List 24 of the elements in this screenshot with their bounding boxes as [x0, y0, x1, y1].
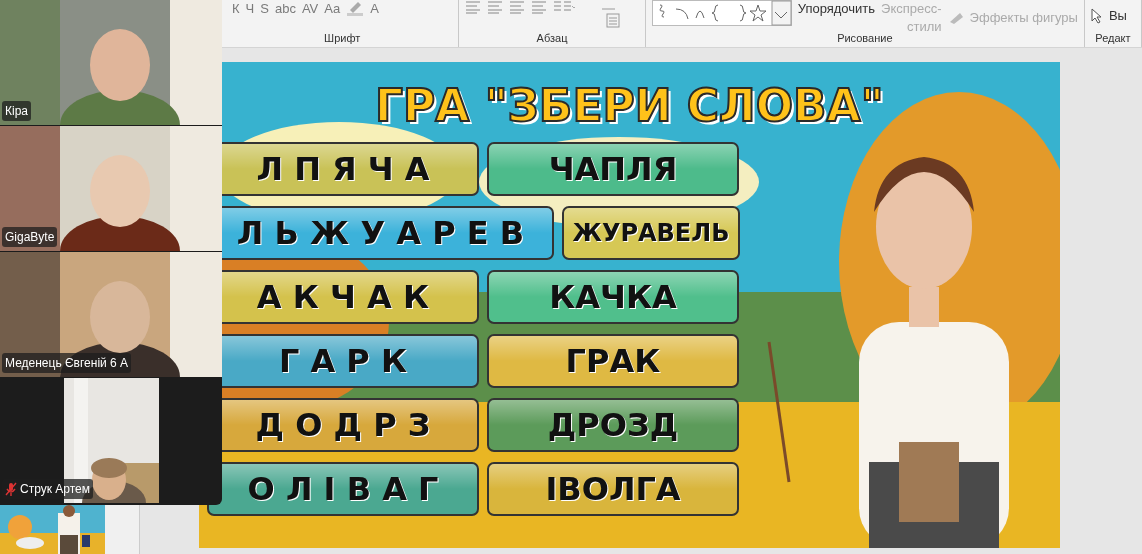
- select-button[interactable]: Вы: [1108, 7, 1127, 25]
- format-button[interactable]: abc: [274, 0, 296, 18]
- name-label: GigaByte: [2, 227, 58, 247]
- group-label: Шрифт: [323, 31, 362, 46]
- align-icon[interactable]: [487, 0, 504, 14]
- shapes-gallery[interactable]: [651, 0, 792, 26]
- group-label: Редакт: [1094, 31, 1132, 46]
- format-button[interactable]: Ч: [245, 0, 255, 18]
- format-button[interactable]: Aa: [324, 0, 341, 18]
- columns-icon[interactable]: [553, 0, 576, 14]
- quick-styles-button[interactable]: Экспресс-: [881, 0, 942, 18]
- align-icon[interactable]: [509, 0, 526, 14]
- arrange-button[interactable]: Упорядочить: [797, 0, 876, 18]
- highlighter-icon[interactable]: [346, 0, 365, 16]
- shape-effects-button[interactable]: Эффекты фигуры: [969, 9, 1078, 27]
- format-button[interactable]: S: [260, 0, 269, 18]
- name-label: Струк Артем: [2, 479, 93, 499]
- format-button[interactable]: A: [370, 0, 379, 18]
- group-label: Абзац: [535, 31, 569, 46]
- format-button[interactable]: К: [232, 0, 240, 18]
- align-icon[interactable]: [465, 0, 482, 14]
- cursor-icon[interactable]: [1090, 8, 1103, 24]
- format-button[interactable]: AV: [301, 0, 319, 18]
- align-icon[interactable]: [531, 0, 548, 14]
